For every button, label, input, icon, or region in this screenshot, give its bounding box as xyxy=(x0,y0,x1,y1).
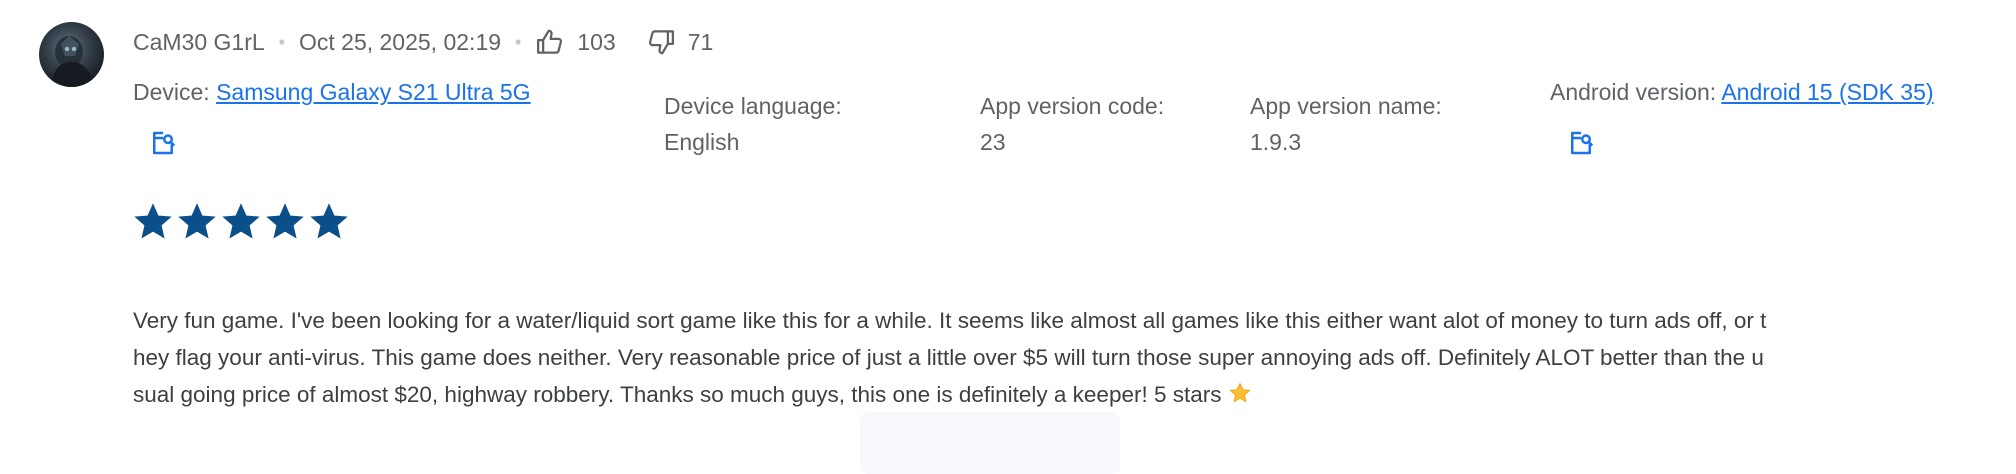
author-name: CaM30 G1rL xyxy=(133,28,265,55)
separator-dot: • xyxy=(278,31,285,52)
device-label: Device: xyxy=(133,79,210,105)
star-icon xyxy=(309,202,349,247)
version-code-value: 23 xyxy=(980,129,1006,155)
faded-overlay xyxy=(860,412,1120,474)
android-version-link[interactable]: Android 15 (SDK 35) xyxy=(1721,79,1933,105)
open-in-new-icon[interactable] xyxy=(148,128,178,158)
language-label: Device language: xyxy=(664,93,842,119)
review-text-block: Very fun game. I've been looking for a w… xyxy=(133,302,1773,416)
device-link[interactable]: Samsung Galaxy S21 Ultra 5G xyxy=(216,79,530,105)
language-value: English xyxy=(664,129,740,155)
thumbs-up-icon[interactable] xyxy=(535,27,565,57)
android-version-label: Android version: xyxy=(1550,79,1717,105)
device-field: Device: Samsung Galaxy S21 Ultra 5G xyxy=(133,74,531,110)
star-icon xyxy=(177,202,217,247)
android-version-field: Android version: Android 15 (SDK 35) xyxy=(1550,74,1934,110)
open-in-new-icon[interactable] xyxy=(1566,128,1596,158)
thumbs-up-count: 103 xyxy=(577,28,616,55)
version-name-field: App version name: 1.9.3 xyxy=(1250,88,1442,160)
review-card: CaM30 G1rL • Oct 25, 2025, 02:19 • 103 7… xyxy=(0,0,2016,474)
avatar xyxy=(39,22,104,87)
star-icon xyxy=(265,202,305,247)
review-date: Oct 25, 2025, 02:19 xyxy=(298,28,502,55)
review-meta: CaM30 G1rL • Oct 25, 2025, 02:19 • 103 7… xyxy=(133,26,713,58)
version-name-label: App version name: xyxy=(1250,93,1442,119)
version-code-field: App version code: 23 xyxy=(980,88,1164,160)
review-text: Very fun game. I've been looking for a w… xyxy=(133,308,1767,407)
thumbs-down-icon[interactable] xyxy=(646,27,676,57)
star-emoji-icon xyxy=(1228,379,1252,416)
separator-dot: • xyxy=(515,31,522,52)
language-field: Device language: English xyxy=(664,88,842,160)
version-name-value: 1.9.3 xyxy=(1250,129,1302,155)
star-icon xyxy=(221,202,261,247)
version-code-label: App version code: xyxy=(980,93,1165,119)
star-rating xyxy=(133,202,349,247)
thumbs-down-count: 71 xyxy=(687,28,714,55)
star-icon xyxy=(133,202,173,247)
